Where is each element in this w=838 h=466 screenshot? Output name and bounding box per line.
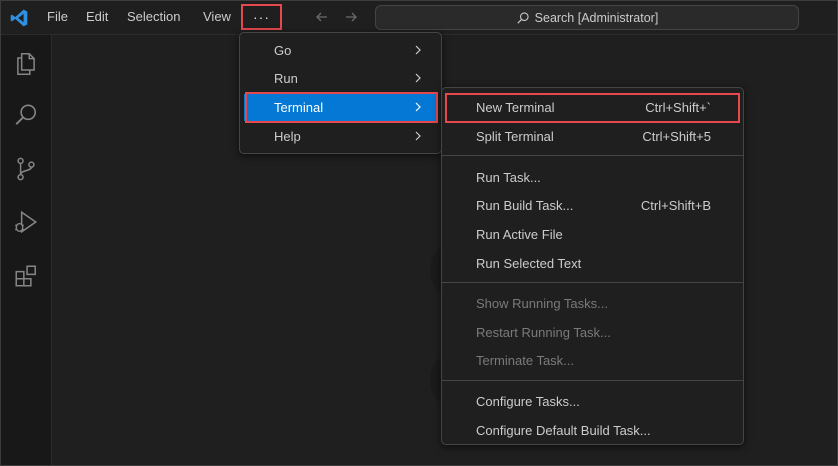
more-menu-button[interactable]: ··· — [241, 4, 282, 30]
run-debug-icon[interactable] — [13, 209, 39, 235]
menu-item-new-terminal[interactable]: New Terminal Ctrl+Shift+` — [446, 94, 739, 121]
menu-item-run-active-file[interactable]: Run Active File — [446, 221, 739, 248]
title-bar: File Edit Selection View ··· Search [Adm… — [0, 0, 838, 35]
search-icon[interactable] — [13, 102, 39, 128]
menu-item-configure-tasks[interactable]: Configure Tasks... — [446, 388, 739, 415]
search-icon — [517, 11, 529, 24]
menu-file[interactable]: File — [47, 9, 68, 24]
menu-item-show-running-tasks: Show Running Tasks... — [476, 296, 608, 311]
chevron-right-icon — [415, 102, 421, 112]
separator — [442, 380, 743, 381]
vscode-logo-icon — [10, 9, 28, 27]
menu-item-split-terminal[interactable]: Split Terminal Ctrl+Shift+5 — [446, 123, 739, 150]
command-center-search[interactable]: Search [Administrator] — [375, 5, 799, 30]
shortcut-run-build-task: Ctrl+Shift+B — [640, 198, 711, 213]
shortcut-split-terminal: Ctrl+Shift+5 — [642, 129, 711, 144]
menu-item-run[interactable]: Run — [244, 65, 437, 92]
menu-item-terminal[interactable]: Terminal — [244, 94, 437, 121]
menu-item-run-task[interactable]: Run Task... — [446, 164, 739, 191]
extensions-icon[interactable] — [13, 263, 39, 289]
search-text: Search [Administrator] — [534, 10, 659, 25]
menu-edit[interactable]: Edit — [86, 9, 108, 24]
menu-item-run-build-task[interactable]: Run Build Task... Ctrl+Shift+B — [446, 192, 739, 219]
menu-selection[interactable]: Selection — [127, 9, 180, 24]
chevron-right-icon — [415, 131, 421, 141]
menu-item-go[interactable]: Go — [244, 37, 437, 64]
source-control-icon[interactable] — [13, 156, 39, 182]
activity-bar — [0, 35, 52, 466]
menu-item-help[interactable]: Help — [244, 123, 437, 150]
back-arrow-icon[interactable] — [314, 9, 330, 25]
terminal-submenu: New Terminal Ctrl+Shift+` Split Terminal… — [441, 87, 744, 445]
separator — [442, 282, 743, 283]
menu-view[interactable]: View — [203, 9, 231, 24]
separator — [442, 155, 743, 156]
menu-item-run-selected-text[interactable]: Run Selected Text — [446, 250, 739, 277]
chevron-right-icon — [415, 73, 421, 83]
shortcut-new-terminal: Ctrl+Shift+` — [645, 100, 711, 115]
forward-arrow-icon[interactable] — [343, 9, 359, 25]
menu-item-configure-default-build-task[interactable]: Configure Default Build Task... — [446, 417, 739, 444]
more-menu: Go Run Terminal Help — [239, 32, 442, 154]
menu-item-terminate-task: Terminate Task... — [476, 353, 575, 368]
menu-item-restart-running-task: Restart Running Task... — [476, 325, 611, 340]
chevron-right-icon — [415, 45, 421, 55]
files-icon[interactable] — [13, 51, 39, 77]
